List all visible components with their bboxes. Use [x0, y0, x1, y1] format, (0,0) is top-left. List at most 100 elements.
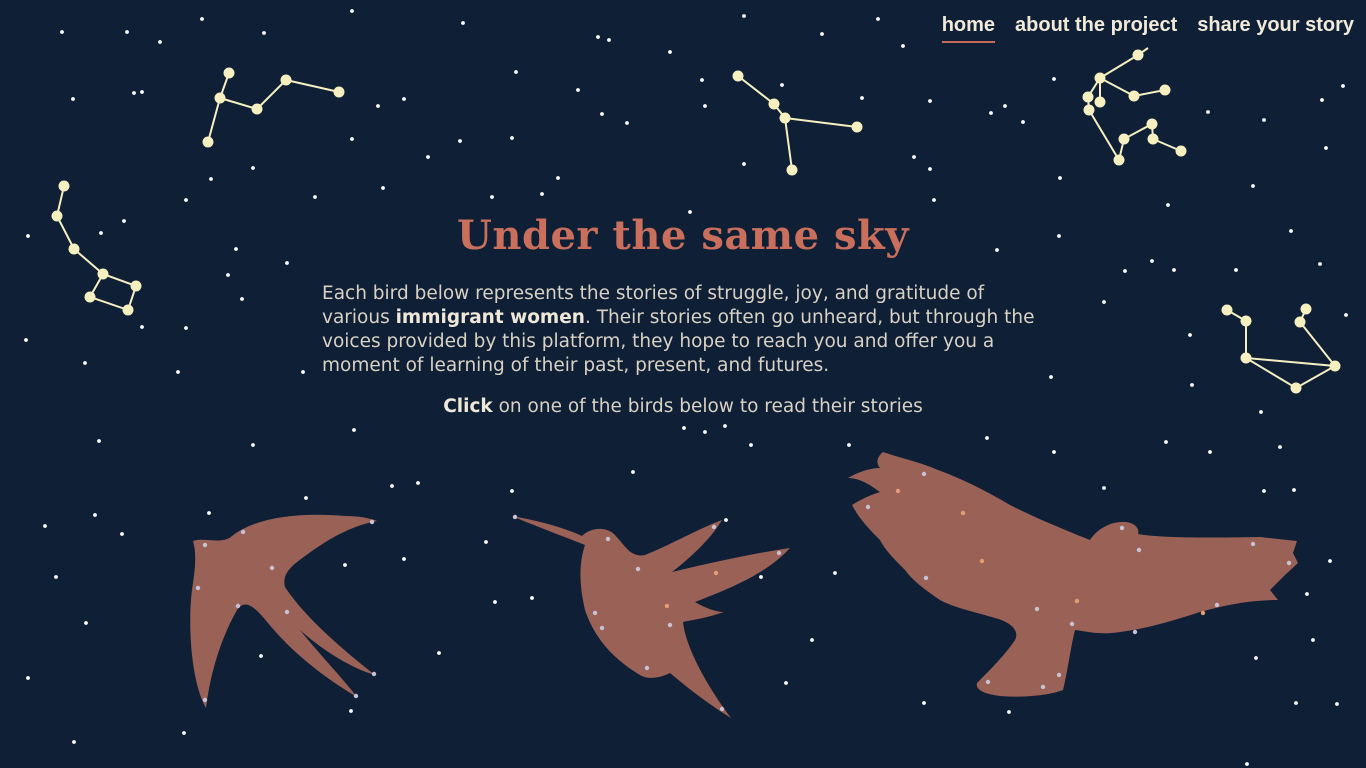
star: [1341, 84, 1345, 88]
star: [93, 513, 97, 517]
star: [742, 14, 746, 18]
eagle-bird[interactable]: [848, 452, 1298, 697]
star: [285, 261, 289, 265]
star: [207, 511, 211, 515]
star: [1164, 440, 1168, 444]
star: [607, 38, 611, 42]
star: [1234, 268, 1238, 272]
star: [1320, 98, 1324, 102]
star: [54, 575, 58, 579]
sparkle-dot: [895, 488, 901, 494]
star: [703, 430, 707, 434]
star: [140, 90, 144, 94]
star: [1262, 489, 1266, 493]
constellation-1: [202, 67, 345, 148]
star: [860, 96, 864, 100]
sparkle-dot: [599, 625, 605, 631]
star: [1150, 259, 1154, 263]
sparkle-dot: [664, 603, 670, 609]
instruction-rest: on one of the birds below to read their …: [492, 396, 923, 417]
star: [402, 557, 406, 561]
star: [1318, 262, 1322, 266]
star: [458, 139, 462, 143]
sparkle-dot: [284, 609, 290, 615]
star: [922, 701, 926, 705]
sparkle-dot: [369, 519, 375, 525]
sparkle-dot: [1119, 525, 1125, 531]
sparkle-dot: [985, 679, 991, 685]
nav-home-link[interactable]: home: [941, 14, 996, 43]
star: [1190, 383, 1194, 387]
star: [1294, 701, 1298, 705]
intro-text: Each bird below represents the stories o…: [322, 282, 1042, 378]
sparkle-dot: [1132, 629, 1138, 635]
star: [184, 198, 188, 202]
hummingbird-bird[interactable]: [512, 516, 790, 718]
star: [484, 540, 488, 544]
night-sky: [24, 9, 1348, 766]
sparkle-dot: [202, 697, 208, 703]
star: [493, 600, 497, 604]
star: [810, 638, 814, 642]
star: [631, 470, 635, 474]
star: [749, 443, 753, 447]
star: [376, 104, 380, 108]
star: [1021, 120, 1025, 124]
star: [928, 167, 932, 171]
nav-about-link[interactable]: about the project: [1015, 14, 1177, 43]
star: [1188, 333, 1192, 337]
eagle-icon: [848, 452, 1298, 697]
sparkle-dot: [1200, 610, 1206, 616]
star: [1262, 118, 1266, 122]
sparkle-dot: [921, 471, 927, 477]
constellation-3: [732, 70, 863, 176]
sparkle-dot: [719, 706, 725, 712]
star: [490, 195, 494, 199]
star: [240, 297, 244, 301]
swallow-bird[interactable]: [190, 514, 377, 708]
star: [416, 481, 420, 485]
star: [390, 484, 394, 488]
star: [600, 112, 604, 116]
star: [576, 88, 580, 92]
sparkle-dot: [979, 558, 985, 564]
star: [259, 654, 263, 658]
star: [1102, 486, 1106, 490]
nav-share-link[interactable]: share your story: [1197, 14, 1354, 43]
star: [381, 186, 385, 190]
star: [932, 198, 936, 202]
star: [820, 32, 824, 36]
constellation-5: [1221, 303, 1341, 394]
star: [1058, 176, 1062, 180]
star: [682, 426, 686, 430]
star: [1052, 450, 1056, 454]
star: [1003, 104, 1007, 108]
sparkle-dot: [1214, 602, 1220, 608]
star: [125, 30, 129, 34]
star: [26, 676, 30, 680]
star: [226, 273, 230, 277]
sparkle-dot: [353, 693, 359, 699]
star: [1007, 710, 1011, 714]
star: [596, 35, 600, 39]
star: [349, 709, 353, 713]
hummingbird-icon: [512, 516, 790, 718]
star: [83, 361, 87, 365]
star: [1278, 445, 1282, 449]
star: [184, 326, 188, 330]
star: [510, 489, 514, 493]
star: [251, 443, 255, 447]
star: [176, 370, 180, 374]
sparkle-dot: [711, 524, 717, 530]
star: [60, 30, 64, 34]
star: [1102, 300, 1106, 304]
star: [1324, 146, 1328, 150]
sparkle-dot: [1136, 547, 1142, 553]
star: [1206, 110, 1210, 114]
sparkle-dot: [1056, 672, 1062, 678]
star: [1311, 638, 1315, 642]
sparkle-dot: [202, 542, 208, 548]
star: [742, 162, 746, 166]
sparkle-dot: [776, 550, 782, 556]
star: [1123, 269, 1127, 273]
